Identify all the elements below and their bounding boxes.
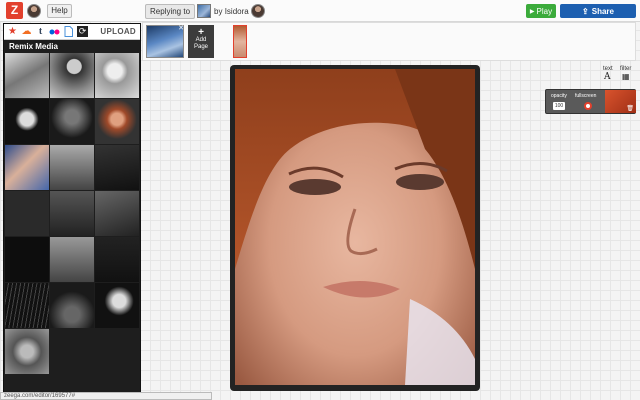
media-item[interactable] (95, 145, 139, 190)
media-item[interactable] (5, 237, 49, 282)
canvas-image[interactable] (235, 69, 475, 385)
layer-thumbnail[interactable] (233, 25, 247, 58)
reply-info: Replying to by Isidora (145, 3, 265, 19)
document-icon[interactable] (63, 26, 74, 37)
text-tool-icon[interactable]: A (604, 72, 611, 82)
media-item[interactable] (50, 145, 94, 190)
media-item[interactable] (95, 99, 139, 144)
soundcloud-icon[interactable]: ☁ (21, 26, 32, 37)
media-item[interactable] (95, 237, 139, 282)
opacity-label: opacity (551, 93, 567, 99)
media-item[interactable] (5, 145, 49, 190)
add-page-label-1: Add (195, 37, 207, 43)
page-thumbnail[interactable]: ✕ (146, 25, 184, 58)
close-icon[interactable]: ✕ (178, 24, 184, 32)
media-item[interactable] (50, 99, 94, 144)
help-button[interactable]: Help (47, 4, 72, 18)
media-item[interactable] (5, 283, 49, 328)
flickr-icon[interactable] (49, 26, 60, 37)
upload-link[interactable]: UPLOAD (100, 27, 136, 36)
media-item[interactable] (95, 191, 139, 236)
add-page-label-2: Page (193, 44, 208, 50)
play-icon: ▶ (529, 8, 535, 15)
media-sidebar: ★ ☁ t ⟳ UPLOAD Remix Media (3, 23, 141, 393)
media-item[interactable] (95, 53, 139, 98)
media-item[interactable] (5, 53, 49, 98)
replying-to-button[interactable]: Replying to (145, 3, 196, 19)
media-grid (4, 53, 140, 374)
trash-icon[interactable]: 🗑 (626, 105, 634, 112)
share-button[interactable]: ⇪ Share (560, 4, 636, 18)
remix-media-heading: Remix Media (9, 42, 58, 51)
reply-source-thumbnail[interactable] (197, 4, 212, 18)
star-icon[interactable]: ★ (7, 26, 18, 37)
reply-author: by Isidora (214, 6, 249, 16)
opacity-input[interactable]: 100 (553, 102, 565, 110)
zeega-logo[interactable]: Z (6, 2, 23, 19)
fullscreen-toggle[interactable] (584, 102, 592, 110)
add-page-button[interactable]: + Add Page (188, 25, 214, 58)
refresh-icon[interactable]: ⟳ (77, 26, 88, 37)
media-item[interactable] (50, 283, 94, 328)
share-icon: ⇪ (582, 6, 589, 16)
top-bar: Z Help Replying to by Isidora ▶ Play ⇪ S… (0, 0, 640, 22)
media-item[interactable] (5, 329, 49, 374)
media-item[interactable] (50, 237, 94, 282)
media-item[interactable] (50, 191, 94, 236)
selected-layer-swatch[interactable]: 🗑 (605, 90, 636, 113)
media-item[interactable] (5, 191, 49, 236)
play-button[interactable]: ▶ Play (526, 4, 556, 18)
plus-icon: + (198, 27, 204, 38)
media-item[interactable] (5, 99, 49, 144)
tumblr-icon[interactable]: t (35, 26, 46, 37)
status-bar-url: zeega.com/editor/169577# (0, 392, 212, 400)
fullscreen-label: fullscreen (575, 93, 597, 99)
filter-tool-icon[interactable]: ▦ (622, 72, 630, 81)
share-label: Share (591, 6, 614, 16)
user-avatar[interactable] (27, 4, 41, 18)
media-item[interactable] (95, 283, 139, 328)
play-label: Play (536, 6, 553, 16)
author-avatar[interactable] (250, 4, 265, 18)
layer-properties-panel: opacity 100 fullscreen 🗑 (545, 89, 636, 114)
media-source-bar: ★ ☁ t ⟳ UPLOAD (4, 24, 140, 40)
media-item[interactable] (50, 53, 94, 98)
page-strip: ✕ + Add Page (142, 22, 636, 61)
